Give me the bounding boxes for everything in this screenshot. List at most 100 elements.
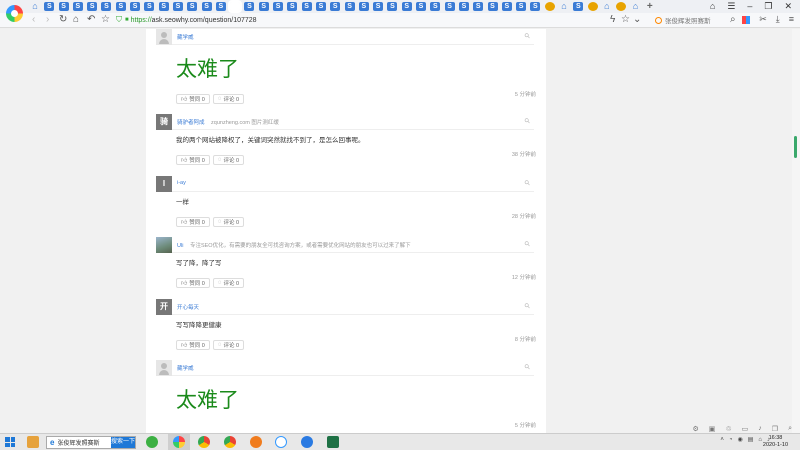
window-icon[interactable]: ❐ [772,425,778,433]
tab-icon[interactable]: S [315,2,326,11]
tab-icon[interactable]: S [573,2,584,11]
like-button[interactable]: 👍︎ 赞同 0 [176,278,210,288]
tab-home-icon[interactable]: ⌂ [559,2,569,11]
avatar[interactable] [156,360,172,376]
favorite-icon[interactable]: ☆ [621,14,630,26]
like-button[interactable]: 👍︎ 赞同 0 [176,94,210,104]
tab-icon[interactable]: S [115,2,126,11]
tab-icon[interactable]: S [373,2,384,11]
tab-sogou-icon[interactable] [587,2,598,11]
back-button[interactable]: ‹ [32,14,35,26]
author-name[interactable]: 开心每天 [177,305,199,311]
browser-taskbar-icon[interactable] [173,436,185,448]
tab-icon[interactable]: S [516,2,527,11]
forward-button[interactable]: › [46,14,49,26]
tab-icon[interactable]: S [158,2,169,11]
chrome-icon[interactable] [198,436,210,448]
comment-button[interactable]: ◌ 评论 0 [212,340,245,350]
tab-icon[interactable]: S [244,2,255,11]
tab-icon[interactable]: S [473,2,484,11]
comment-button[interactable]: ◌ 评论 0 [212,278,245,288]
status-icon-4[interactable]: ▭ [742,425,749,433]
apps-icon[interactable] [742,16,751,24]
app-icon-1[interactable] [27,436,39,448]
paperclip-icon[interactable]: ⚲ [523,301,532,311]
paperclip-icon[interactable]: ⚲ [523,31,532,41]
excel-icon[interactable] [327,436,339,448]
home-button[interactable]: ⌂ [73,14,79,26]
clock[interactable]: 16:38 2020-1-10 [763,435,788,449]
search-box[interactable]: 张俊辉发照赛斯 [655,14,740,26]
paperclip-icon[interactable]: ⚲ [523,362,532,372]
paperclip-icon[interactable]: ⚲ [523,116,532,126]
author-name[interactable]: 骑驴者阿成 [177,120,205,126]
tab-icon[interactable]: S [101,2,112,11]
minimize-button[interactable]: – [747,1,752,12]
tab-home-icon[interactable]: ⌂ [630,2,640,11]
search-icon[interactable]: ⌕ [730,14,736,26]
tab-icon[interactable]: S [430,2,441,11]
tab-icon[interactable]: S [201,2,212,11]
skin-icon[interactable]: ⌂ [710,1,715,12]
taskbar-search[interactable]: e 张俊辉发照赛斯 搜索一下 [46,436,136,449]
lightning-icon[interactable]: ϟ [610,14,615,26]
tab-icon[interactable]: S [330,2,341,11]
comment-button[interactable]: ◌ 评论 0 [212,217,245,227]
bookmark-button[interactable]: ☆ [101,14,110,26]
menu-icon[interactable]: ≡ [789,14,794,25]
tray-icon-1[interactable]: ◔ [729,437,733,443]
comment-button[interactable]: ◌ 评论 0 [212,155,245,165]
download-icon[interactable]: ⤓ [776,14,780,25]
menu-list-icon[interactable]: ☰ [727,1,735,12]
tab-sogou-icon[interactable] [616,2,627,11]
app-icon-blue-white[interactable] [275,436,287,448]
tab-icon[interactable]: S [130,2,141,11]
avatar[interactable]: I [156,176,172,192]
tab-icon[interactable]: S [530,2,541,11]
cut-icon[interactable]: ✂ [759,14,767,25]
volume-icon[interactable]: ♪ [758,425,762,433]
app-icon-k[interactable] [301,436,313,448]
tab-icon[interactable]: S [44,2,55,11]
avatar[interactable] [156,29,172,45]
author-name[interactable]: Uli [177,243,183,249]
paperclip-icon[interactable]: ⚲ [523,178,532,188]
tab-icon[interactable]: S [416,2,427,11]
tab-icon[interactable]: S [258,2,269,11]
start-button[interactable] [5,437,15,447]
tab-icon[interactable]: S [458,2,469,11]
paperclip-icon[interactable]: ⚲ [523,239,532,249]
comment-button[interactable]: ◌ 评论 0 [212,94,245,104]
browser-logo-icon[interactable] [6,5,23,22]
tab-icon[interactable]: S [358,2,369,11]
tab-icon[interactable]: S [228,0,243,13]
close-button[interactable]: ✕ [784,1,792,12]
scrollbar[interactable] [792,29,800,433]
chrome-icon-2[interactable] [224,436,236,448]
network-icon[interactable]: ⌂ [758,437,762,443]
like-button[interactable]: 👍︎ 赞同 0 [176,340,210,350]
dropdown-icon[interactable]: ⌄ [633,14,641,26]
tray-arrow-icon[interactable]: ˄ [720,437,724,443]
avatar[interactable]: 骑 [156,114,172,130]
status-icon-2[interactable]: ▣ [709,425,716,433]
tab-icon[interactable]: S [301,2,312,11]
avatar[interactable] [156,237,172,253]
tab-icon[interactable]: S [501,2,512,11]
restore-button[interactable]: ❐ [764,1,772,12]
author-name[interactable]: 藏学威 [177,35,194,41]
tab-icon[interactable]: S [273,2,284,11]
scrollbar-thumb[interactable] [794,136,797,158]
author-name[interactable]: 藏学威 [177,366,194,372]
tab-icon[interactable]: S [72,2,83,11]
tab-icon[interactable]: S [87,2,98,11]
tab-icon[interactable]: S [58,2,69,11]
zoom-icon[interactable]: ⌕ [788,425,792,433]
tab-icon[interactable]: S [487,2,498,11]
address-bar[interactable]: ⛉ ■ https:// ask.seowhy.com/question/107… [116,14,646,26]
tab-icon[interactable]: S [401,2,412,11]
app-icon-orange[interactable] [250,436,262,448]
author-name[interactable]: i-ay [177,180,186,186]
tab-home-icon[interactable]: ⌂ [602,2,612,11]
tray-icon-3[interactable]: ▤ [748,436,754,443]
